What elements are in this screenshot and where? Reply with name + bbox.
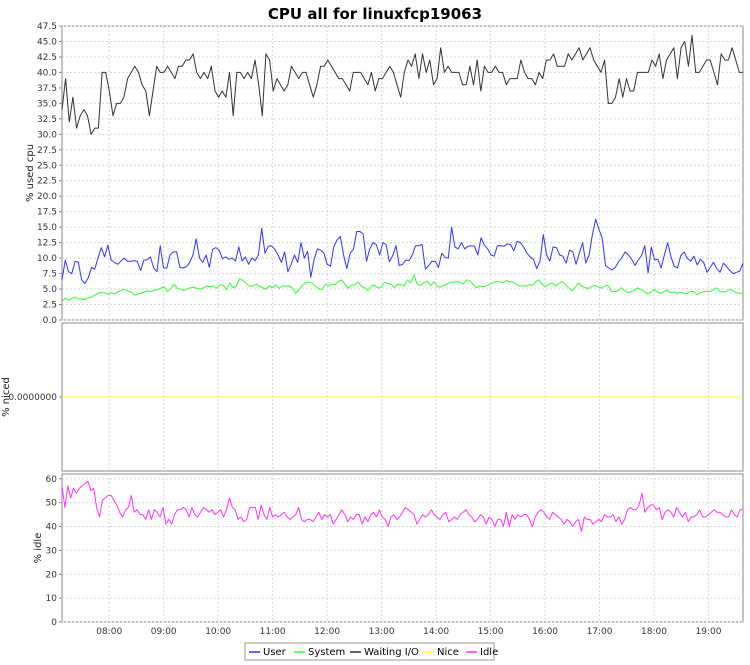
y-tick-label: 10.0 [37, 254, 57, 264]
y-tick-label: 60 [46, 475, 58, 485]
y-tick-label: 20.0 [37, 192, 57, 202]
y-tick-label: 7.5 [43, 270, 57, 280]
y-tick-label: 5.0 [43, 285, 58, 295]
panel-idle-ylabel: % idle [33, 533, 44, 564]
y-tick-label: 0.0 [43, 316, 58, 326]
y-tick-label: 40 [46, 523, 58, 533]
x-tick-label: 18:00 [641, 627, 667, 637]
y-tick-label: 30.0 [37, 130, 57, 140]
y-tick-label: 0.0000000 [8, 393, 57, 403]
y-tick-label: 0 [51, 618, 57, 628]
y-tick-label: 17.5 [37, 208, 57, 218]
x-tick-label: 14:00 [423, 627, 449, 637]
panel-idle-y-ticks: 0 10 20 30 40 50 60 [46, 475, 62, 628]
y-tick-label: 15.0 [37, 223, 57, 233]
legend: User System Waiting I/O Nice Idle [244, 642, 498, 661]
legend-label-user: User [263, 647, 287, 658]
cpu-chart: CPU all for linuxfcp19063 0.0 2.5 5.0 7.5 10… [1, 5, 744, 661]
y-tick-label: 40.0 [37, 68, 57, 78]
x-tick-label: 08:00 [96, 627, 122, 637]
panel-niced: 0.0000000 % niced [1, 322, 744, 472]
y-tick-label: 45.0 [37, 37, 57, 47]
y-tick-label: 25.0 [37, 161, 57, 171]
chart-title: CPU all for linuxfcp19063 [268, 5, 482, 23]
y-tick-label: 37.5 [37, 84, 57, 94]
panel-cpu-used-y-ticks: 0.0 2.5 5.0 7.5 10.0 12.5 15.0 17.5 20.0 22.5 25.0… [37, 22, 62, 326]
panel-cpu-used-ylabel: % used cpu [25, 144, 36, 202]
x-tick-label: 10:00 [205, 627, 231, 637]
y-tick-label: 12.5 [37, 239, 57, 249]
y-tick-label: 2.5 [43, 301, 57, 311]
panel-idle: 0 10 20 30 40 50 60 % idle [33, 473, 744, 628]
legend-label-nice: Nice [437, 647, 459, 658]
x-tick-label: 17:00 [587, 627, 613, 637]
y-tick-label: 10 [46, 594, 58, 604]
x-axis-ticks: 08:00 09:00 10:00 11:00 12:00 13:00 14:00 15:00… [96, 627, 721, 637]
y-tick-label: 27.5 [37, 146, 57, 156]
y-tick-label: 50 [46, 499, 58, 509]
y-tick-label: 42.5 [37, 53, 57, 63]
x-tick-label: 15:00 [478, 627, 504, 637]
x-tick-label: 12:00 [314, 627, 340, 637]
x-tick-label: 11:00 [260, 627, 286, 637]
x-tick-label: 16:00 [532, 627, 558, 637]
panel-cpu-used: 0.0 2.5 5.0 7.5 10.0 12.5 15.0 17.5 20.0 22.5 25.0… [25, 22, 744, 326]
legend-label-waiting-i-o: Waiting I/O [364, 647, 419, 658]
x-tick-label: 09:00 [151, 627, 177, 637]
y-tick-label: 32.5 [37, 115, 57, 125]
y-tick-label: 22.5 [37, 177, 57, 187]
y-tick-label: 47.5 [37, 22, 57, 32]
y-tick-label: 30 [46, 546, 58, 556]
y-tick-label: 35.0 [37, 99, 57, 109]
legend-label-idle: Idle [480, 647, 498, 658]
panel-niced-y-ticks: 0.0000000 [8, 393, 62, 403]
panel-niced-ylabel: % niced [1, 377, 12, 417]
y-tick-label: 20 [46, 570, 58, 580]
x-tick-label: 13:00 [369, 627, 395, 637]
x-tick-label: 19:00 [696, 627, 722, 637]
legend-label-system: System [308, 647, 345, 658]
